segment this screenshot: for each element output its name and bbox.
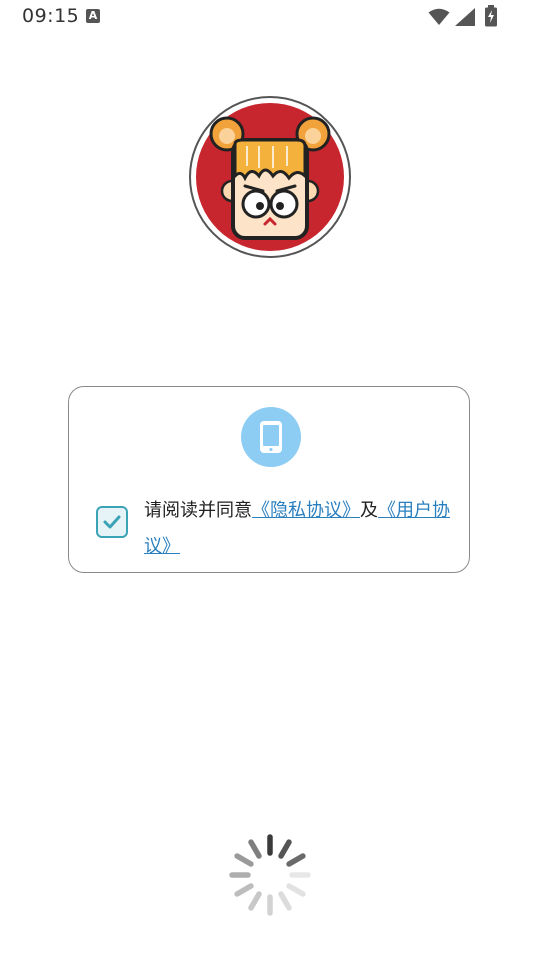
consent-conjunction: 及 — [360, 500, 378, 521]
battery-charging-icon — [485, 5, 497, 27]
phone-badge — [241, 407, 301, 467]
phone-icon — [260, 421, 282, 453]
signal-icon — [455, 8, 475, 26]
status-bar: 09:15 A — [0, 0, 540, 36]
splash-screen: 09:15 A 请阅读并同意《隐私协议》及《用户协议》 — [0, 0, 540, 960]
consent-text: 请阅读并同意《隐私协议》及《用户协议》 — [144, 493, 454, 565]
consent-card: 请阅读并同意《隐私协议》及《用户协议》 — [68, 386, 470, 573]
notification-icon: A — [86, 9, 100, 23]
status-time: 09:15 — [22, 5, 80, 27]
consent-prefix: 请阅读并同意 — [144, 500, 252, 521]
loading-spinner-icon — [229, 834, 311, 916]
app-logo — [189, 96, 351, 258]
wifi-icon — [428, 8, 450, 25]
privacy-policy-link[interactable]: 《隐私协议》 — [252, 500, 360, 521]
checkmark-icon — [103, 515, 121, 529]
agree-checkbox[interactable] — [96, 506, 128, 538]
